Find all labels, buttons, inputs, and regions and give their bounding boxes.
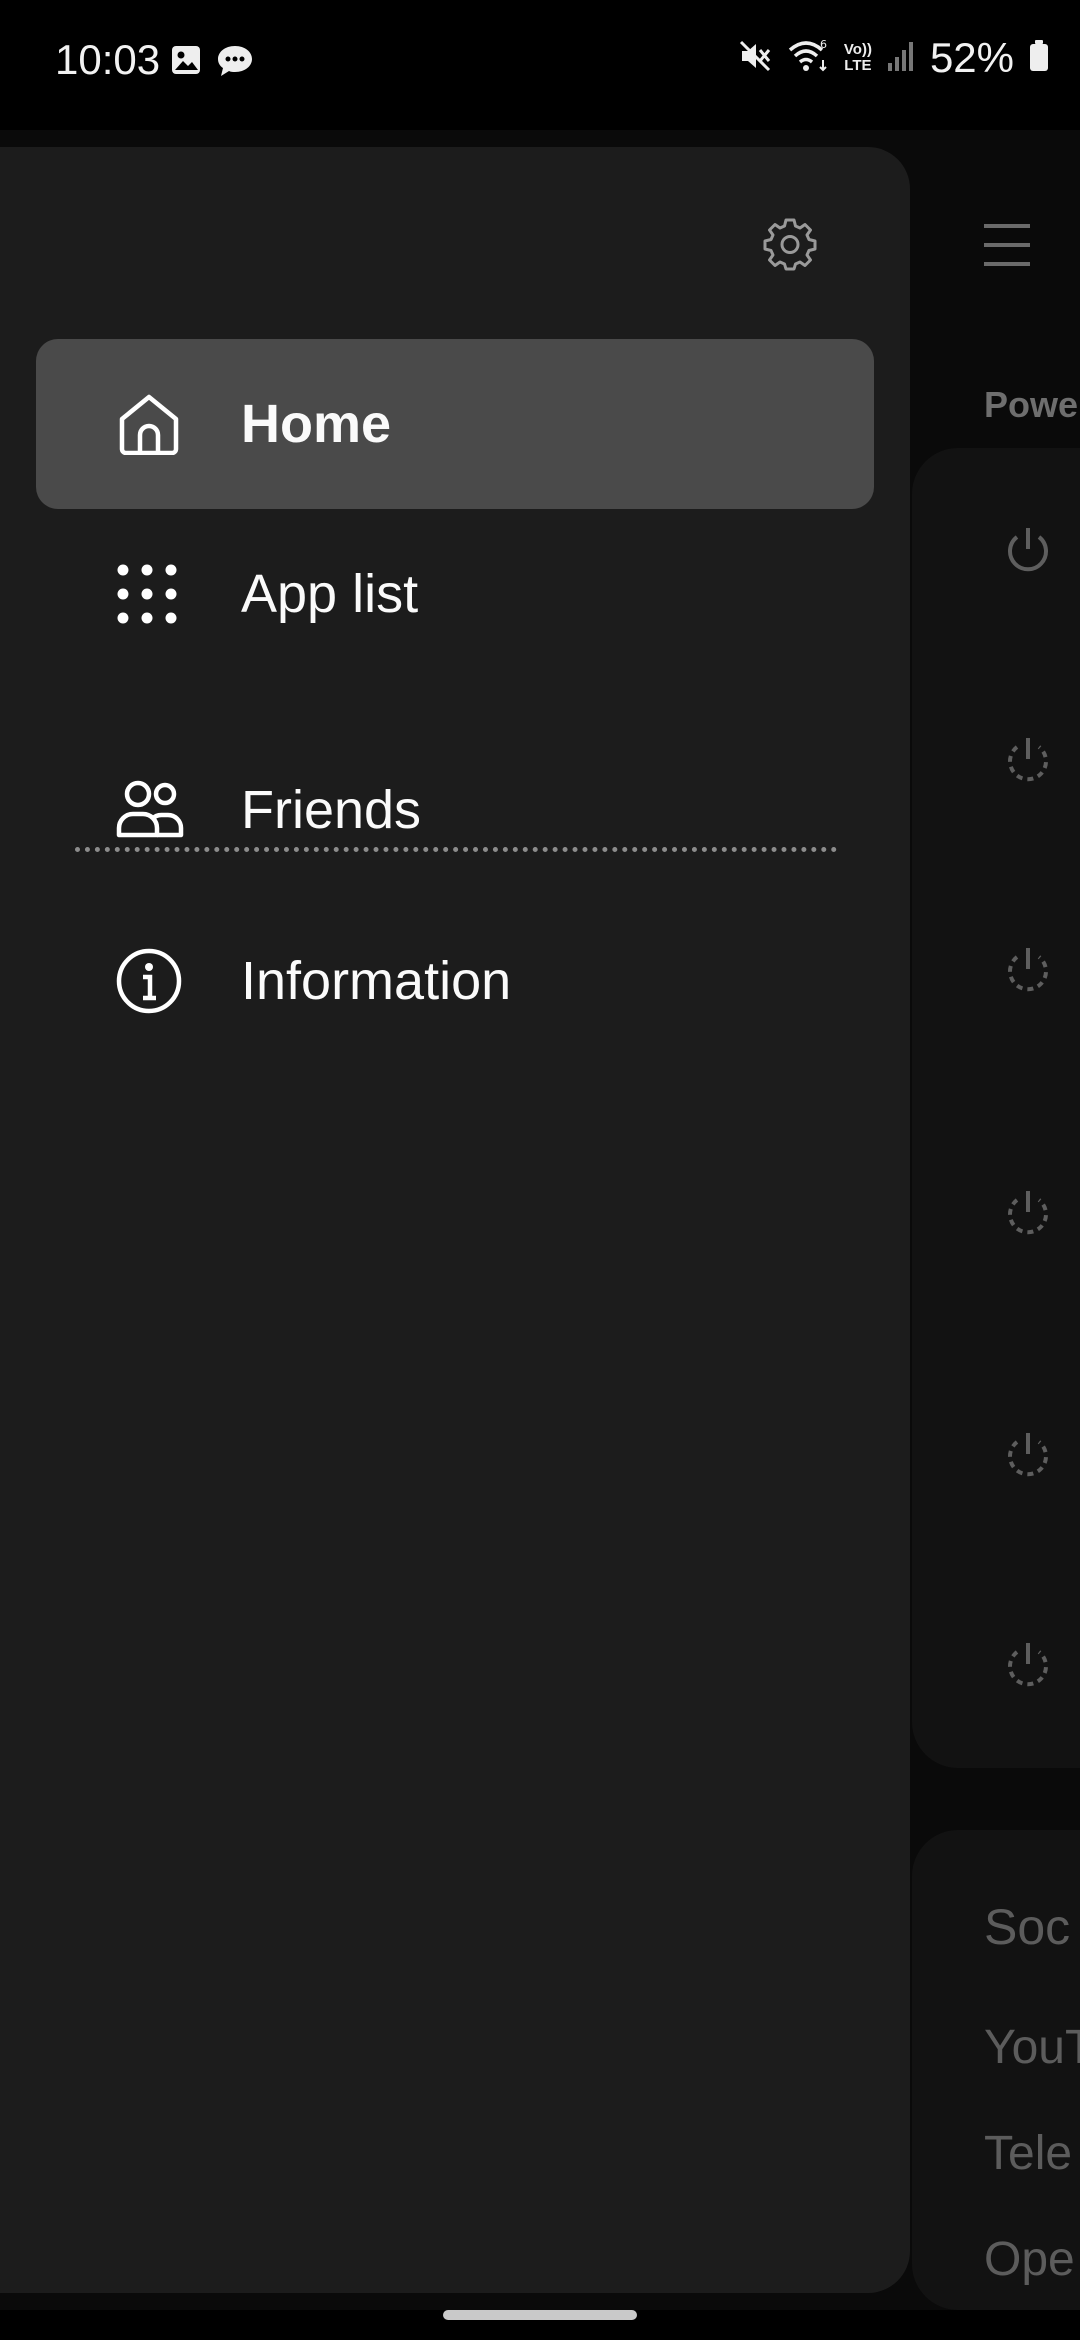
- status-time: 10:03: [55, 36, 161, 83]
- social-item[interactable]: Tele: [984, 2126, 1072, 2181]
- home-indicator[interactable]: [443, 2310, 637, 2320]
- power-card: [912, 448, 1080, 1768]
- drawer-item-app-list[interactable]: App list: [36, 509, 874, 679]
- drawer-item-home[interactable]: Home: [36, 339, 874, 509]
- gear-icon[interactable]: [762, 216, 818, 277]
- drawer-item-label: Information: [241, 951, 512, 1011]
- battery-percent: 52%: [929, 34, 1014, 81]
- mute-icon: [738, 39, 772, 78]
- status-bar: 10:03 6 Vo)) LTE 52%: [0, 0, 1080, 130]
- home-icon: [116, 393, 182, 455]
- grid-icon: [116, 563, 178, 625]
- drawer-item-friends[interactable]: Friends: [36, 725, 874, 895]
- wifi-icon: 6: [786, 38, 830, 79]
- timer-icon[interactable]: [1003, 1640, 1053, 1699]
- people-icon: [116, 780, 184, 840]
- volte-icon: Vo)) LTE: [843, 41, 872, 74]
- timer-icon[interactable]: [1003, 1430, 1053, 1489]
- message-icon: [216, 44, 254, 83]
- power-icon[interactable]: [1003, 525, 1053, 584]
- social-card-title: Soc: [984, 1899, 1071, 1955]
- network-type: LTE: [844, 57, 872, 74]
- signal-icon: [886, 39, 916, 78]
- svg-text:6: 6: [820, 38, 827, 51]
- drawer-item-label: App list: [241, 564, 419, 624]
- social-item[interactable]: YouT: [984, 2020, 1080, 2075]
- navigation-drawer: Home App list Friends Information: [0, 147, 910, 2293]
- gallery-icon: [170, 44, 202, 83]
- hamburger-menu-icon[interactable]: [982, 222, 1032, 273]
- drawer-item-label: Friends: [241, 780, 422, 840]
- timer-icon[interactable]: [1003, 945, 1053, 1004]
- social-item[interactable]: Ope: [984, 2232, 1075, 2287]
- drawer-item-information[interactable]: Information: [36, 896, 874, 1066]
- power-section-label: Powe: [984, 384, 1079, 425]
- info-icon: [116, 948, 182, 1014]
- timer-icon[interactable]: [1003, 735, 1053, 794]
- timer-icon[interactable]: [1003, 1188, 1053, 1247]
- drawer-item-label: Home: [241, 394, 392, 454]
- battery-icon: [1028, 39, 1050, 78]
